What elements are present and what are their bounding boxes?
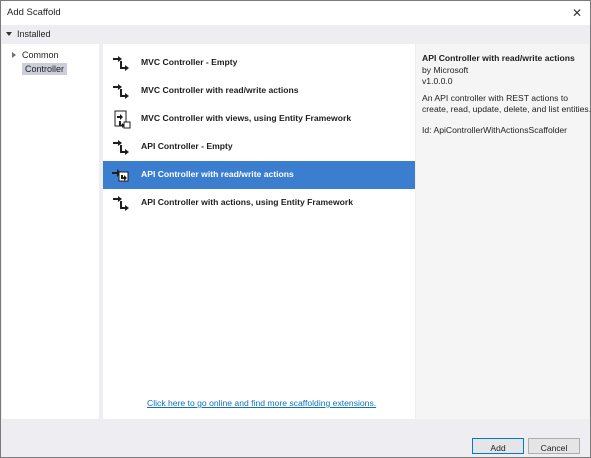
api-controller-icon: [112, 169, 129, 182]
controller-icon: [113, 140, 129, 155]
tree-item-controller[interactable]: Controller: [22, 63, 68, 75]
installed-label: Installed: [17, 29, 51, 39]
controller-icon: [113, 196, 129, 211]
details-author: by Microsoft: [422, 65, 469, 75]
controller-icon: [113, 56, 129, 71]
details-description-continued: create, read, update, delete, and list e…: [422, 104, 591, 114]
scaffold-list: MVC Controller - Empty MVC Controller wi…: [103, 44, 415, 419]
list-item-mvc-controller-views-ef[interactable]: MVC Controller with views, using Entity …: [103, 105, 415, 133]
controller-icon: [113, 84, 129, 99]
list-item-label: MVC Controller with read/write actions: [141, 85, 299, 95]
list-item-api-controller-ef[interactable]: API Controller with actions, using Entit…: [103, 189, 415, 217]
list-item-mvc-controller-empty[interactable]: MVC Controller - Empty: [103, 49, 415, 77]
dialog-title: Add Scaffold: [7, 7, 61, 18]
details-version: v1.0.0.0: [422, 76, 453, 86]
expand-arrow-icon[interactable]: [12, 52, 16, 58]
details-title: API Controller with read/write actions: [422, 53, 575, 63]
online-extensions-link[interactable]: Click here to go online and find more sc…: [147, 398, 376, 408]
details-description: An API controller with REST actions to: [422, 93, 569, 103]
list-item-mvc-controller-read-write[interactable]: MVC Controller with read/write actions: [103, 77, 415, 105]
tree-item-label: Common: [22, 50, 59, 60]
tree-item-common[interactable]: Common: [12, 50, 59, 60]
add-button[interactable]: Add: [472, 438, 524, 454]
list-item-api-controller-read-write[interactable]: API Controller with read/write actions: [103, 161, 415, 189]
details-id: Id: ApiControllerWithActionsScaffolder: [422, 125, 568, 135]
tree-item-label: Controller: [25, 64, 65, 74]
list-item-label: API Controller - Empty: [141, 141, 233, 151]
collapse-triangle-icon: [6, 32, 12, 36]
title-bar: Add Scaffold ✕: [1, 1, 590, 25]
list-item-label: API Controller with actions, using Entit…: [141, 197, 354, 207]
controller-views-icon: [114, 110, 131, 129]
details-panel: API Controller with read/write actions b…: [416, 44, 591, 419]
add-scaffold-dialog: Add Scaffold ✕ Installed Common Controll…: [0, 0, 591, 458]
list-item-label: MVC Controller with views, using Entity …: [141, 113, 352, 123]
list-item-label: MVC Controller - Empty: [141, 57, 238, 67]
cancel-button[interactable]: Cancel: [528, 438, 580, 454]
list-item-api-controller-empty[interactable]: API Controller - Empty: [103, 133, 415, 161]
category-tree: Common Controller: [2, 44, 99, 419]
list-item-label: API Controller with read/write actions: [141, 169, 294, 179]
installed-header[interactable]: Installed: [6, 29, 51, 43]
close-button[interactable]: ✕: [564, 1, 590, 25]
